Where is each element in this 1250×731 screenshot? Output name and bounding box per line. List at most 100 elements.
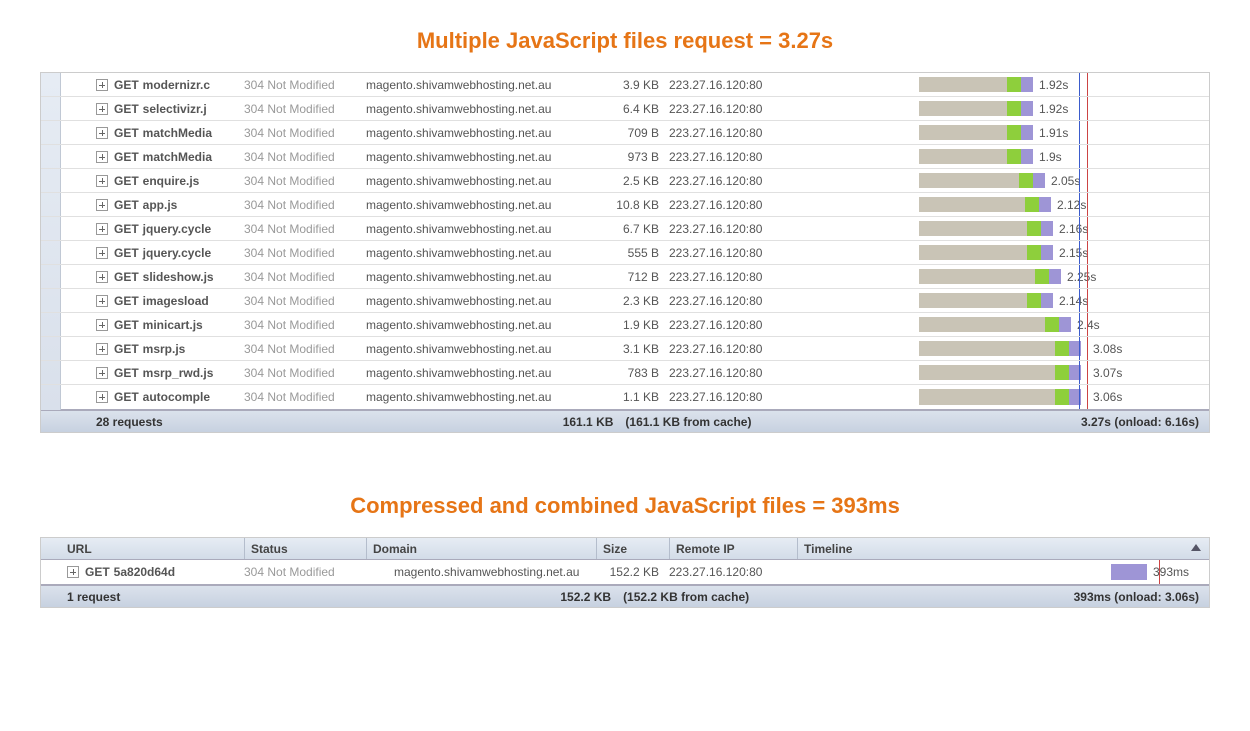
domain-text: magento.shivamwebhosting.net.au — [366, 174, 611, 188]
expand-icon[interactable] — [96, 319, 108, 331]
http-method: GET — [114, 126, 139, 140]
file-name: msrp_rwd.js — [143, 366, 214, 380]
network-panel-compressed: URL Status Domain Size Remote IP Timelin… — [40, 537, 1210, 608]
domcontentloaded-marker — [1079, 385, 1080, 409]
domcontentloaded-marker — [1079, 289, 1080, 312]
summary-timing: 393ms (onload: 3.06s) — [1074, 590, 1199, 604]
expand-icon[interactable] — [96, 391, 108, 403]
expand-icon[interactable] — [96, 127, 108, 139]
header-domain[interactable]: Domain — [366, 538, 596, 559]
status-text: 304 Not Modified — [244, 246, 366, 260]
onload-marker — [1087, 97, 1088, 120]
domcontentloaded-marker — [1079, 265, 1080, 288]
remote-ip-text: 223.27.16.120:80 — [669, 390, 919, 404]
timing-label: 1.91s — [1035, 121, 1068, 144]
header-url[interactable]: URL — [67, 538, 244, 559]
file-name: enquire.js — [143, 174, 200, 188]
expand-icon[interactable] — [96, 223, 108, 235]
table-row[interactable]: GETmodernizr.c304 Not Modifiedmagento.sh… — [41, 73, 1209, 97]
expand-icon[interactable] — [96, 295, 108, 307]
expand-icon[interactable] — [96, 175, 108, 187]
domain-text: magento.shivamwebhosting.net.au — [366, 126, 611, 140]
remote-ip-text: 223.27.16.120:80 — [669, 102, 919, 116]
timeline-cell: 393ms — [871, 560, 1209, 584]
size-text: 1.9 KB — [611, 318, 669, 332]
timing-label: 2.12s — [1053, 193, 1086, 216]
expand-icon[interactable] — [96, 247, 108, 259]
table-row[interactable]: GETmatchMedia304 Not Modifiedmagento.shi… — [41, 145, 1209, 169]
heading-compressed: Compressed and combined JavaScript files… — [0, 493, 1250, 519]
remote-ip-text: 223.27.16.120:80 — [669, 294, 919, 308]
table-row[interactable]: GETenquire.js304 Not Modifiedmagento.shi… — [41, 169, 1209, 193]
expand-icon[interactable] — [96, 367, 108, 379]
status-text: 304 Not Modified — [244, 294, 366, 308]
timeline-cell: 2.05s — [919, 169, 1209, 192]
timeline-cell: 2.12s — [919, 193, 1209, 216]
http-method: GET — [114, 246, 139, 260]
timeline-cell: 3.06s — [919, 385, 1209, 409]
header-remote-ip[interactable]: Remote IP — [669, 538, 797, 559]
domain-text: magento.shivamwebhosting.net.au — [366, 294, 611, 308]
timeline-cell: 2.14s — [919, 289, 1209, 312]
size-text: 152.2 KB — [596, 565, 669, 579]
header-timeline[interactable]: Timeline — [797, 538, 1209, 559]
expand-icon[interactable] — [96, 79, 108, 91]
table-row[interactable]: GET5a820d64d304 Not Modifiedmagento.shiv… — [41, 560, 1209, 584]
domcontentloaded-marker — [1079, 193, 1080, 216]
table-row[interactable]: GETselectivizr.j304 Not Modifiedmagento.… — [41, 97, 1209, 121]
expand-icon[interactable] — [96, 199, 108, 211]
remote-ip-text: 223.27.16.120:80 — [669, 318, 919, 332]
header-status[interactable]: Status — [244, 538, 366, 559]
onload-marker — [1087, 385, 1088, 409]
table-row[interactable]: GETjquery.cycle304 Not Modifiedmagento.s… — [41, 217, 1209, 241]
timing-label: 2.15s — [1055, 241, 1088, 264]
expand-icon[interactable] — [67, 566, 79, 578]
table-row[interactable]: GETautocomple304 Not Modifiedmagento.shi… — [41, 385, 1209, 409]
table-row[interactable]: GETapp.js304 Not Modifiedmagento.shivamw… — [41, 193, 1209, 217]
domcontentloaded-marker — [1079, 313, 1080, 336]
domcontentloaded-marker — [1079, 73, 1080, 96]
domcontentloaded-marker — [1079, 217, 1080, 240]
table-row[interactable]: GETminicart.js304 Not Modifiedmagento.sh… — [41, 313, 1209, 337]
expand-icon[interactable] — [96, 151, 108, 163]
remote-ip-text: 223.27.16.120:80 — [669, 222, 919, 236]
size-text: 712 B — [611, 270, 669, 284]
remote-ip-text: 223.27.16.120:80 — [669, 126, 919, 140]
header-size[interactable]: Size — [596, 538, 669, 559]
expand-icon[interactable] — [96, 103, 108, 115]
status-text: 304 Not Modified — [244, 366, 366, 380]
table-row[interactable]: GETslideshow.js304 Not Modifiedmagento.s… — [41, 265, 1209, 289]
timeline-cell: 3.07s — [919, 361, 1209, 384]
timing-label: 1.92s — [1035, 97, 1068, 120]
onload-marker — [1087, 241, 1088, 264]
status-text: 304 Not Modified — [244, 222, 366, 236]
timeline-cell: 2.4s — [919, 313, 1209, 336]
http-method: GET — [114, 294, 139, 308]
table-row[interactable]: GETmsrp.js304 Not Modifiedmagento.shivam… — [41, 337, 1209, 361]
onload-marker — [1087, 193, 1088, 216]
size-text: 6.7 KB — [611, 222, 669, 236]
onload-marker — [1087, 121, 1088, 144]
onload-marker — [1087, 73, 1088, 96]
heading-multiple: Multiple JavaScript files request = 3.27… — [0, 28, 1250, 54]
http-method: GET — [114, 78, 139, 92]
size-text: 3.1 KB — [611, 342, 669, 356]
timeline-cell: 1.92s — [919, 97, 1209, 120]
table-row[interactable]: GETmatchMedia304 Not Modifiedmagento.shi… — [41, 121, 1209, 145]
timing-label: 2.05s — [1047, 169, 1080, 192]
file-name: 5a820d64d — [114, 565, 175, 579]
onload-marker — [1087, 337, 1088, 360]
timeline-cell: 2.15s — [919, 241, 1209, 264]
onload-marker — [1087, 289, 1088, 312]
status-text: 304 Not Modified — [244, 198, 366, 212]
table-row[interactable]: GETmsrp_rwd.js304 Not Modifiedmagento.sh… — [41, 361, 1209, 385]
table-row[interactable]: GETjquery.cycle304 Not Modifiedmagento.s… — [41, 241, 1209, 265]
file-name: imagesload — [143, 294, 209, 308]
domain-text: magento.shivamwebhosting.net.au — [366, 150, 611, 164]
table-row[interactable]: GET imagesload 304 Not Modifiedmagento.shi… — [41, 289, 1209, 313]
expand-icon[interactable] — [96, 271, 108, 283]
expand-icon[interactable] — [96, 343, 108, 355]
onload-marker — [1087, 145, 1088, 168]
summary-count: 1 request — [67, 590, 120, 604]
status-text: 304 Not Modified — [244, 174, 366, 188]
